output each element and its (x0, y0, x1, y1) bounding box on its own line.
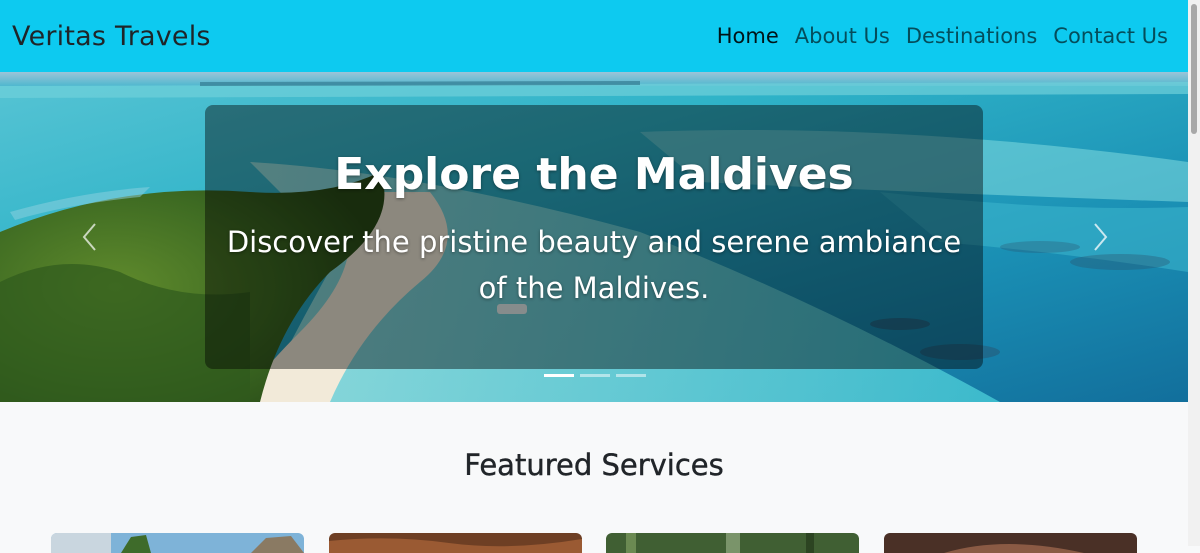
carousel-indicators (544, 374, 646, 377)
service-card-4[interactable] (884, 533, 1137, 553)
service-card-2[interactable] (329, 533, 582, 553)
service-card-3[interactable] (606, 533, 859, 553)
nav-menu: Home About Us Destinations Contact Us (709, 24, 1176, 48)
nav-link-destinations[interactable]: Destinations (898, 24, 1045, 48)
carousel-next-button[interactable] (1084, 220, 1114, 254)
featured-services-heading: Featured Services (464, 448, 724, 482)
carousel-indicator-3[interactable] (616, 374, 646, 377)
brand-logo-text[interactable]: Veritas Travels (12, 21, 211, 52)
navbar: Veritas Travels Home About Us Destinatio… (0, 0, 1188, 72)
hero-carousel: Explore the Maldives Discover the pristi… (0, 72, 1188, 402)
beach-palms-image (51, 533, 304, 553)
forest-image (606, 533, 859, 553)
nav-link-home[interactable]: Home (709, 24, 787, 48)
carousel-indicator-1[interactable] (544, 374, 574, 377)
carousel-caption: Explore the Maldives Discover the pristi… (205, 105, 983, 369)
chevron-right-icon (1094, 223, 1108, 251)
chevron-left-icon (82, 223, 96, 251)
carousel-title: Explore the Maldives (334, 149, 854, 200)
scrollbar-thumb[interactable] (1191, 4, 1197, 134)
nav-link-about-us[interactable]: About Us (787, 24, 898, 48)
carousel-description: Discover the pristine beauty and serene … (226, 225, 962, 305)
carousel-indicator-2[interactable] (580, 374, 610, 377)
service-card-1[interactable] (51, 533, 304, 553)
nav-link-contact-us[interactable]: Contact Us (1045, 24, 1176, 48)
spa-image (884, 533, 1137, 553)
carousel-prev-button[interactable] (76, 220, 106, 254)
page-scrollbar[interactable] (1188, 0, 1200, 546)
desert-canyon-image (329, 533, 582, 553)
